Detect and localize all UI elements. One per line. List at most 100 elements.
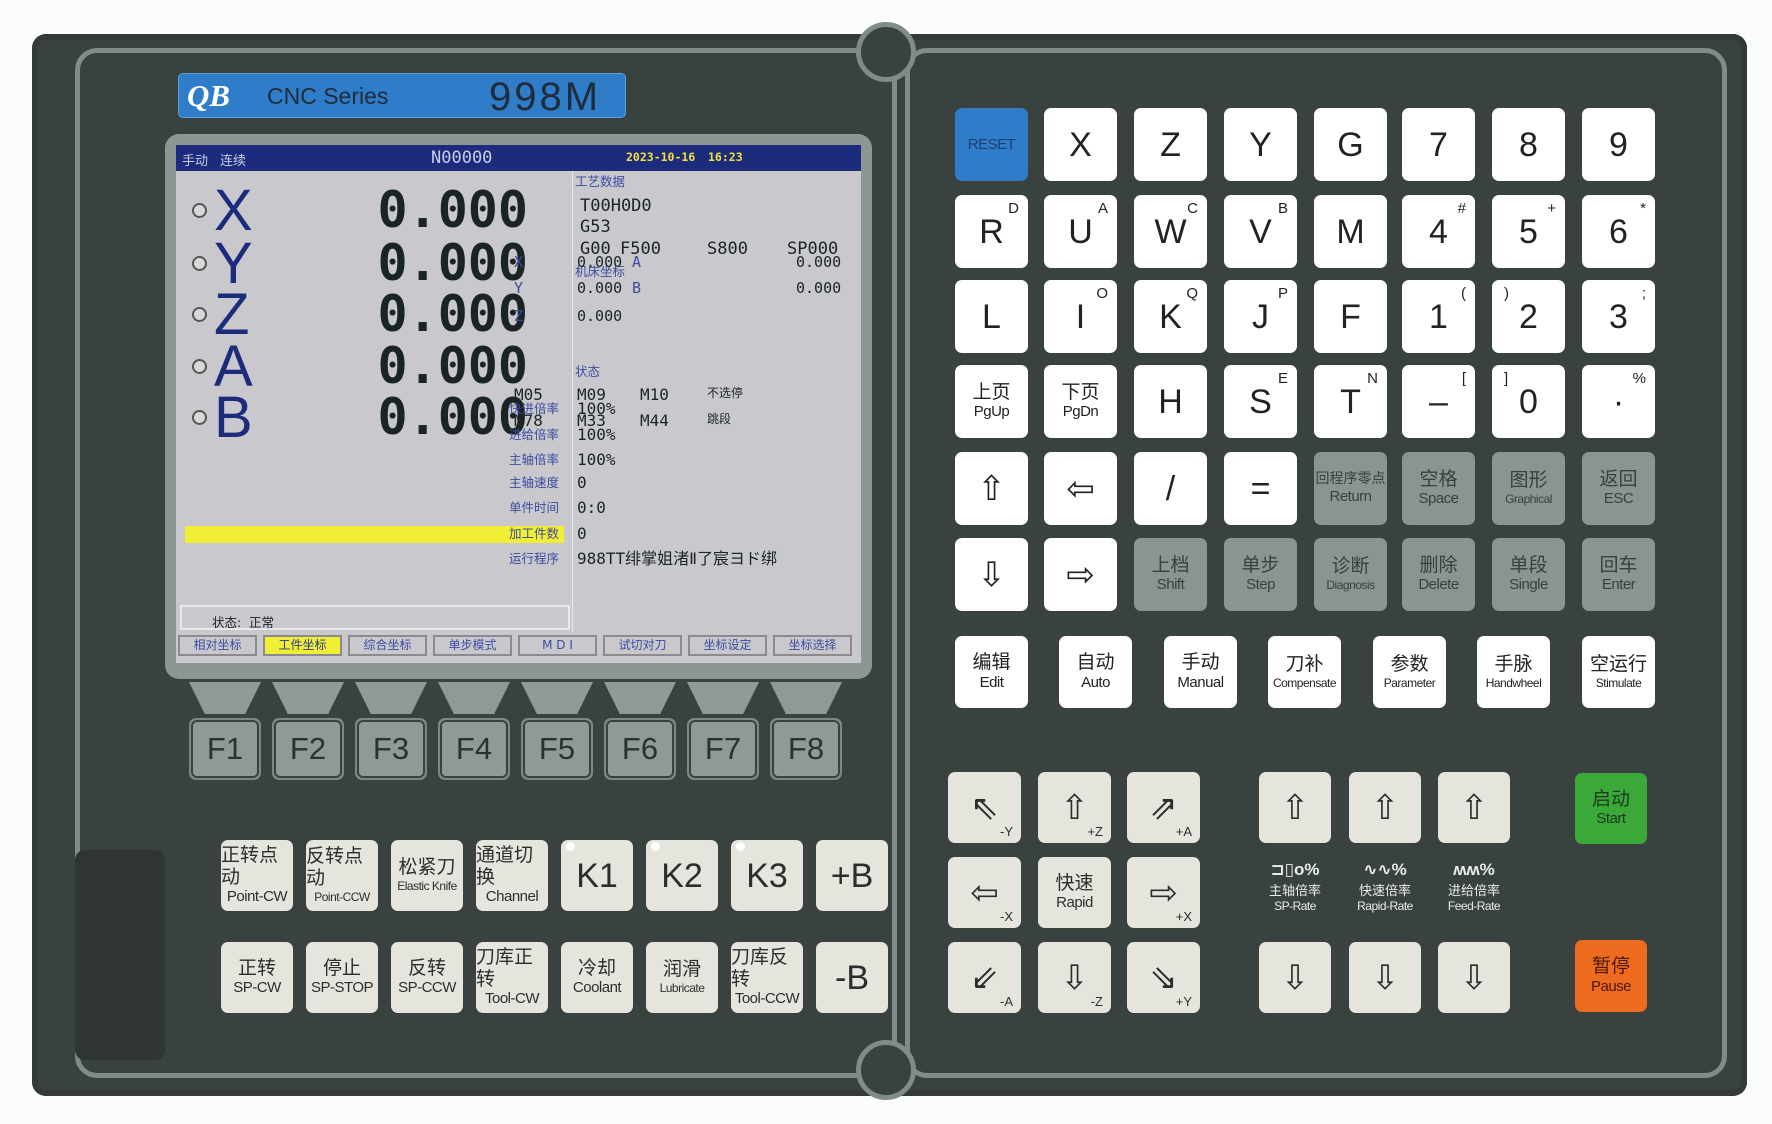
rapid-rate-up-button[interactable]: ⇧ <box>1349 772 1421 843</box>
key-J[interactable]: JP <box>1224 280 1297 353</box>
softkey-tab[interactable]: 综合坐标 <box>348 635 427 656</box>
coolant-key[interactable]: 冷却 Coolant <box>561 942 633 1013</box>
single-key[interactable]: 单段 Single <box>1492 538 1565 611</box>
jog-Y-key[interactable]: ⇖ -Y <box>948 772 1021 843</box>
shift-key[interactable]: 上档 Shift <box>1134 538 1207 611</box>
key-arrow-down-icon[interactable]: ⇩ <box>955 538 1028 611</box>
softkey-tab[interactable]: 坐标选择 <box>773 635 852 656</box>
key-F[interactable]: F <box>1314 280 1387 353</box>
key-S[interactable]: SE <box>1224 365 1297 438</box>
key-arrow-up-icon[interactable]: ⇧ <box>955 452 1028 525</box>
softkey-tab[interactable]: M D I <box>518 635 597 656</box>
enter-key[interactable]: 回车 Enter <box>1582 538 1655 611</box>
jog+Y-key[interactable]: ⇘ +Y <box>1127 942 1200 1013</box>
key-/[interactable]: / <box>1134 452 1207 525</box>
key-0[interactable]: 0] <box>1492 365 1565 438</box>
sp-ccw-key[interactable]: 反转 SP-CCW <box>391 942 463 1013</box>
return-key[interactable]: 回程序零点 Return <box>1314 452 1387 525</box>
key-4[interactable]: 4 # <box>1402 195 1475 268</box>
key-–[interactable]: –[ <box>1402 365 1475 438</box>
sp-cw-key[interactable]: 正转 SP-CW <box>221 942 293 1013</box>
key-9[interactable]: 9 <box>1582 108 1655 181</box>
lubricate-key[interactable]: 润滑 Lubricate <box>646 942 718 1013</box>
key-V[interactable]: VB <box>1224 195 1297 268</box>
jog+Z-key[interactable]: ⇧ +Z <box>1038 772 1111 843</box>
tool-cw-key[interactable]: 刀库正转 Tool-CW <box>476 942 548 1013</box>
key-arrow-left-icon[interactable]: ⇦ <box>1044 452 1117 525</box>
feed-rate-down-button[interactable]: ⇩ <box>1438 942 1510 1013</box>
start-button[interactable]: 启动 Start <box>1575 773 1647 844</box>
sp-rate-down-button[interactable]: ⇩ <box>1259 942 1331 1013</box>
key-3[interactable]: 3; <box>1582 280 1655 353</box>
f1-key[interactable]: F1 <box>189 718 261 780</box>
mode-edit-button[interactable]: 编辑 Edit <box>955 636 1028 708</box>
graphical-key[interactable]: 图形 Graphical <box>1492 452 1565 525</box>
key-L[interactable]: L <box>955 280 1028 353</box>
feed-rate-up-button[interactable]: ⇧ <box>1438 772 1510 843</box>
key-+B[interactable]: +B <box>816 840 888 911</box>
sp-rate-up-button[interactable]: ⇧ <box>1259 772 1331 843</box>
key-K[interactable]: KQ <box>1134 280 1207 353</box>
key-2[interactable]: 2) <box>1492 280 1565 353</box>
softkey-tab[interactable]: 单步模式 <box>433 635 512 656</box>
key-T[interactable]: TN <box>1314 365 1387 438</box>
space-key[interactable]: 空格 Space <box>1402 452 1475 525</box>
mode-handwheel-button[interactable]: 手脉 Handwheel <box>1477 636 1550 708</box>
mode-auto-button[interactable]: 自动 Auto <box>1059 636 1132 708</box>
key-K1[interactable]: K1 <box>561 840 633 911</box>
key-I[interactable]: IO <box>1044 280 1117 353</box>
key-=[interactable]: = <box>1224 452 1297 525</box>
key-H[interactable]: H <box>1134 365 1207 438</box>
f8-key[interactable]: F8 <box>770 718 842 780</box>
jog+X-key[interactable]: ⇨ +X <box>1127 857 1200 928</box>
pgdn-key[interactable]: 下页 PgDn <box>1044 365 1117 438</box>
rapid-key[interactable]: 快速 Rapid <box>1038 857 1111 928</box>
softkey-tab[interactable]: 坐标设定 <box>688 635 767 656</box>
key-Z[interactable]: Z <box>1134 108 1207 181</box>
mode-stimulate-button[interactable]: 空运行 Stimulate <box>1582 636 1655 708</box>
key-K2[interactable]: K2 <box>646 840 718 911</box>
esc-key[interactable]: 返回 ESC <box>1582 452 1655 525</box>
softkey-tab[interactable]: 试切对刀 <box>603 635 682 656</box>
point-ccw-key[interactable]: 反转点动 Point-CCW <box>306 840 378 911</box>
pgup-key[interactable]: 上页 PgUp <box>955 365 1028 438</box>
key-·[interactable]: ·% <box>1582 365 1655 438</box>
step-key[interactable]: 单步 Step <box>1224 538 1297 611</box>
key-arrow-right-icon[interactable]: ⇨ <box>1044 538 1117 611</box>
f6-key[interactable]: F6 <box>604 718 676 780</box>
delete-key[interactable]: 删除 Delete <box>1402 538 1475 611</box>
key-U[interactable]: UA <box>1044 195 1117 268</box>
key-G[interactable]: G <box>1314 108 1387 181</box>
key-R[interactable]: RD <box>955 195 1028 268</box>
f2-key[interactable]: F2 <box>272 718 344 780</box>
jog-X-key[interactable]: ⇦ -X <box>948 857 1021 928</box>
key-6[interactable]: 6 * <box>1582 195 1655 268</box>
diagnosis-key[interactable]: 诊断 Diagnosis <box>1314 538 1387 611</box>
key-M[interactable]: M <box>1314 195 1387 268</box>
pause-button[interactable]: 暂停 Pause <box>1575 940 1647 1012</box>
f3-key[interactable]: F3 <box>355 718 427 780</box>
f5-key[interactable]: F5 <box>521 718 593 780</box>
softkey-tab[interactable]: 相对坐标 <box>178 635 257 656</box>
mode-compensate-button[interactable]: 刀补 Compensate <box>1268 636 1341 708</box>
jog-Z-key[interactable]: ⇩ -Z <box>1038 942 1111 1013</box>
tool-ccw-key[interactable]: 刀库反转 Tool-CCW <box>731 942 803 1013</box>
softkey-tab[interactable]: 工件坐标 <box>263 635 342 656</box>
key--B[interactable]: -B <box>816 942 888 1013</box>
key-Y[interactable]: Y <box>1224 108 1297 181</box>
key-1[interactable]: 1( <box>1402 280 1475 353</box>
key-8[interactable]: 8 <box>1492 108 1565 181</box>
jog-A-key[interactable]: ⇙ -A <box>948 942 1021 1013</box>
key-K3[interactable]: K3 <box>731 840 803 911</box>
key-W[interactable]: WC <box>1134 195 1207 268</box>
mode-parameter-button[interactable]: 参数 Parameter <box>1373 636 1446 708</box>
elastic-knife-key[interactable]: 松紧刀 Elastic Knife <box>391 840 463 911</box>
key-X[interactable]: X <box>1044 108 1117 181</box>
sp-stop-key[interactable]: 停止 SP-STOP <box>306 942 378 1013</box>
jog+A-key[interactable]: ⇗ +A <box>1127 772 1200 843</box>
key-RESET[interactable]: RESET <box>955 108 1028 181</box>
channel-key[interactable]: 通道切换 Channel <box>476 840 548 911</box>
f7-key[interactable]: F7 <box>687 718 759 780</box>
rapid-rate-down-button[interactable]: ⇩ <box>1349 942 1421 1013</box>
key-7[interactable]: 7 <box>1402 108 1475 181</box>
